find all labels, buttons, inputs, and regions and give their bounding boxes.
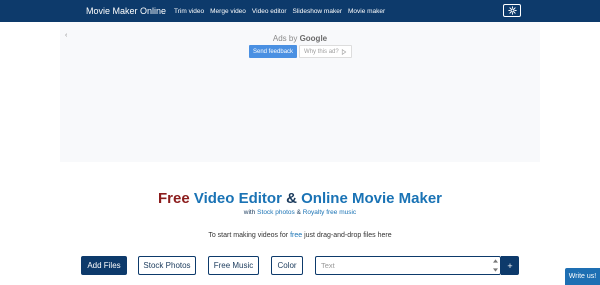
ads-by-google-label: Ads by Google: [60, 34, 540, 43]
title-ampersand: &: [286, 190, 297, 207]
stock-photos-button[interactable]: Stock Photos: [138, 256, 196, 275]
instructions-after: just drag-and-drop files here: [304, 232, 392, 239]
page-subtitle: with Stock photos & Royalty free music: [0, 209, 600, 216]
free-music-button[interactable]: Free Music: [208, 256, 259, 275]
gear-icon: [507, 6, 517, 15]
nav-link-trim-video[interactable]: Trim video: [174, 8, 204, 15]
settings-button[interactable]: [503, 4, 521, 17]
subtitle-ampersand: &: [296, 209, 301, 216]
why-this-ad-label: Why this ad?: [304, 48, 339, 55]
subtitle-with: with: [243, 209, 256, 216]
royalty-free-music-link[interactable]: Royalty free music: [303, 209, 356, 216]
nav-link-movie-maker[interactable]: Movie maker: [348, 8, 385, 15]
text-input-scrollbar[interactable]: [493, 259, 498, 272]
title-online-movie-maker: Online Movie Maker: [301, 190, 442, 207]
nav-link-merge-video[interactable]: Merge video: [210, 8, 246, 15]
write-us-button[interactable]: Write us!: [565, 268, 600, 285]
nav-items: Movie Maker Online Trim video Merge vide…: [86, 0, 391, 22]
add-text-button[interactable]: +: [501, 256, 519, 275]
nav-link-slideshow-maker[interactable]: Slideshow maker: [293, 8, 343, 15]
scroll-up-icon: [493, 259, 498, 263]
nav-link-video-editor[interactable]: Video editor: [252, 8, 287, 15]
top-navbar: Movie Maker Online Trim video Merge vide…: [0, 0, 600, 22]
send-feedback-button[interactable]: Send feedback: [249, 45, 298, 58]
scroll-down-icon: [493, 268, 498, 272]
ad-container: ‹ Ads by Google Send feedback Why this a…: [60, 22, 540, 162]
drag-drop-instructions: To start making videos for free just dra…: [0, 232, 600, 239]
text-input[interactable]: Text: [315, 256, 501, 275]
text-input-placeholder: Text: [321, 261, 335, 270]
brand-link[interactable]: Movie Maker Online: [86, 6, 166, 16]
title-free: Free: [158, 190, 190, 207]
page-title: Free Video Editor & Online Movie Maker: [0, 190, 600, 207]
title-video-editor: Video Editor: [193, 190, 282, 207]
instructions-before: To start making videos for: [208, 232, 289, 239]
instructions-free: free: [290, 232, 303, 239]
ad-buttons: Send feedback Why this ad?: [249, 45, 352, 58]
play-arrow-icon: [341, 48, 347, 55]
ads-by-prefix: Ads by: [272, 34, 298, 43]
ads-by-brand: Google: [299, 34, 328, 43]
why-this-ad-button[interactable]: Why this ad?: [299, 45, 352, 58]
stock-photos-link[interactable]: Stock photos: [257, 209, 295, 216]
add-files-button[interactable]: Add Files: [81, 256, 127, 275]
color-button[interactable]: Color: [271, 256, 303, 275]
